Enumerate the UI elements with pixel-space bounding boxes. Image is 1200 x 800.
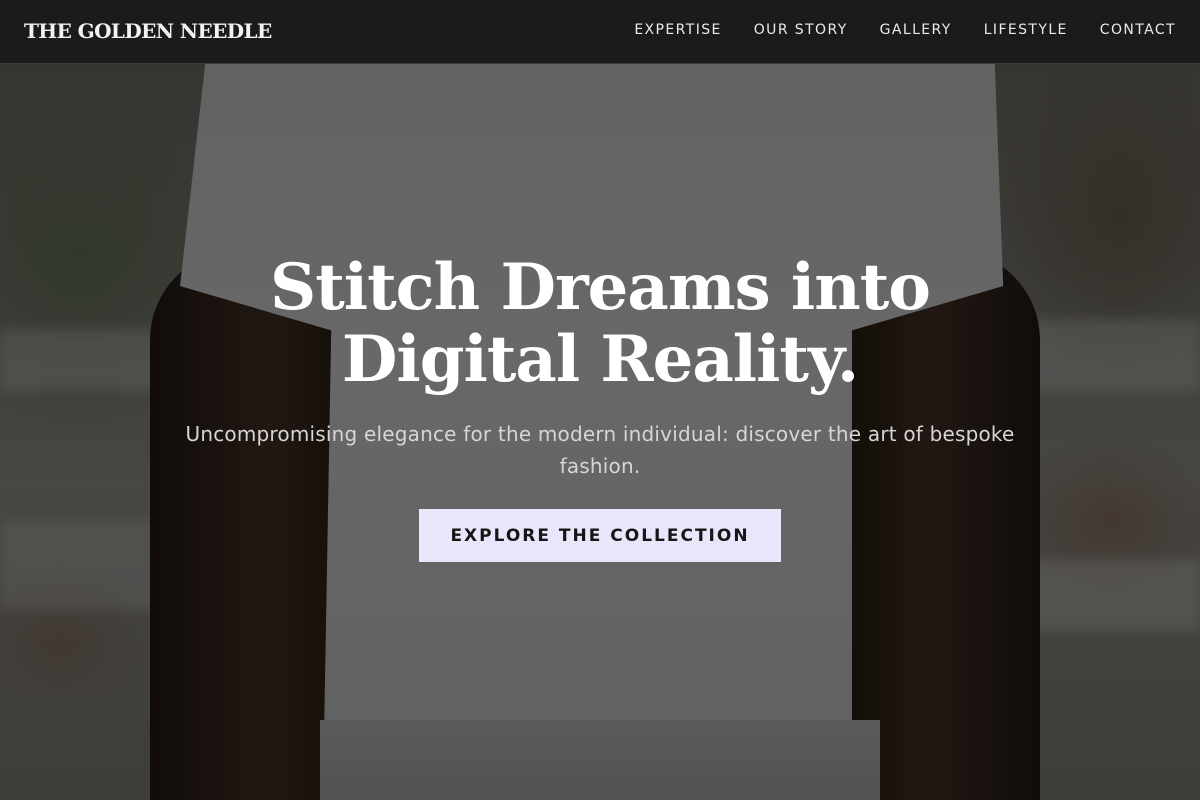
main-nav: EXPERTISE OUR STORY GALLERY LIFESTYLE CO… — [634, 22, 1176, 38]
nav-link-contact[interactable]: CONTACT — [1100, 22, 1176, 38]
hero-section: Stitch Dreams into Digital Reality. Unco… — [0, 252, 1200, 562]
nav-link-our-story[interactable]: OUR STORY — [754, 22, 848, 38]
top-navbar: THE GOLDEN NEEDLE EXPERTISE OUR STORY GA… — [0, 0, 1200, 64]
hero-title-line-1: Stitch Dreams into — [270, 250, 931, 325]
nav-link-lifestyle[interactable]: LIFESTYLE — [984, 22, 1068, 38]
brand-logo[interactable]: THE GOLDEN NEEDLE — [24, 19, 272, 43]
nav-link-gallery[interactable]: GALLERY — [880, 22, 952, 38]
nav-link-expertise[interactable]: EXPERTISE — [634, 22, 721, 38]
hero-title: Stitch Dreams into Digital Reality. — [0, 252, 1200, 396]
hero-title-line-2: Digital Reality. — [341, 322, 859, 397]
hero-subtitle: Uncompromising elegance for the modern i… — [185, 422, 1015, 478]
explore-collection-button[interactable]: EXPLORE THE COLLECTION — [419, 509, 781, 562]
